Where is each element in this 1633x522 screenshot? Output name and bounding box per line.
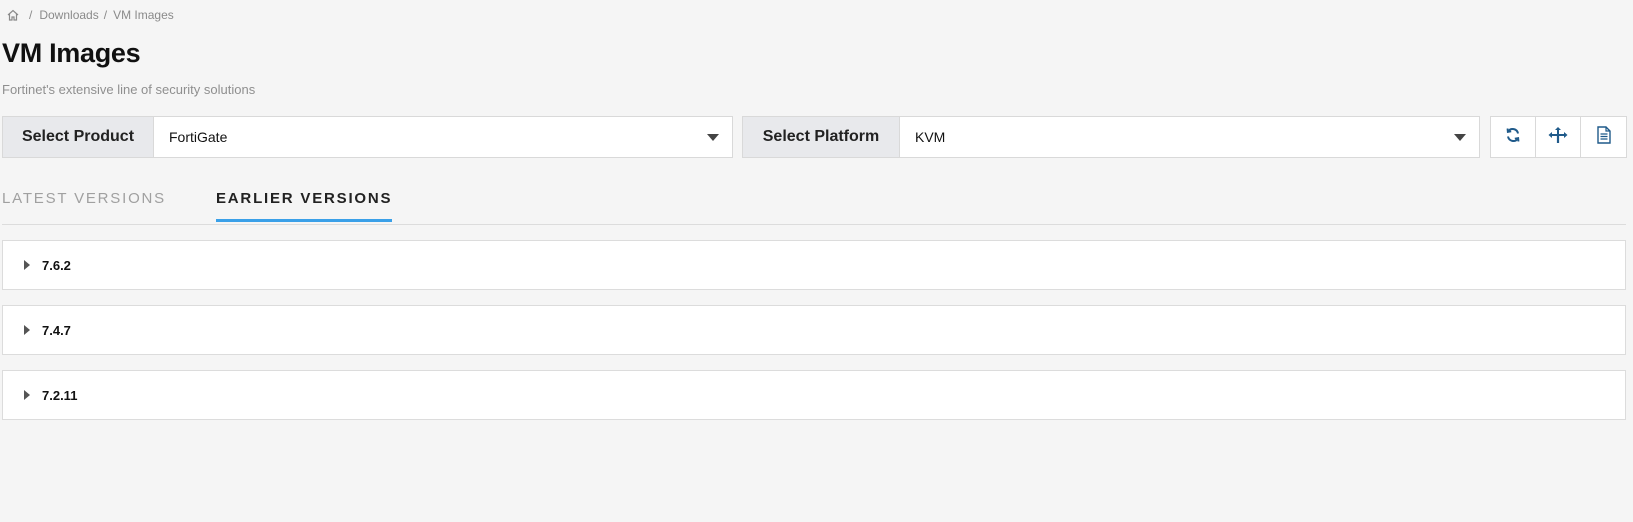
platform-dropdown-value: KVM [915, 129, 946, 145]
split-arrows-icon [1547, 126, 1569, 149]
version-row[interactable]: 7.2.11 [2, 370, 1626, 420]
expand-arrow-icon [24, 390, 30, 400]
version-row[interactable]: 7.6.2 [2, 240, 1626, 290]
refresh-icon [1504, 126, 1522, 149]
breadcrumb-separator: / [103, 8, 108, 22]
product-dropdown[interactable]: FortiGate [154, 117, 732, 157]
home-icon[interactable] [6, 8, 20, 22]
breadcrumb-downloads-link[interactable]: Downloads [39, 8, 98, 22]
version-row[interactable]: 7.4.7 [2, 305, 1626, 355]
document-button[interactable] [1581, 117, 1626, 157]
version-label: 7.4.7 [42, 322, 71, 338]
breadcrumb: / Downloads / VM Images [6, 8, 174, 22]
toolbar [1490, 116, 1627, 158]
platform-selector-label: Select Platform [743, 117, 900, 157]
caret-down-icon [707, 133, 719, 141]
document-icon [1596, 125, 1612, 149]
tab-latest-versions[interactable]: LATEST VERSIONS [2, 190, 166, 219]
breadcrumb-current: VM Images [113, 8, 174, 22]
product-selector-label: Select Product [3, 117, 154, 157]
page-title: VM Images [2, 38, 141, 68]
caret-down-icon [1454, 133, 1466, 141]
expand-arrow-icon [24, 260, 30, 270]
page-subtitle: Fortinet's extensive line of security so… [2, 82, 256, 97]
version-label: 7.2.11 [42, 387, 78, 403]
product-dropdown-value: FortiGate [169, 129, 228, 145]
split-button[interactable] [1536, 117, 1581, 157]
breadcrumb-separator: / [29, 8, 33, 22]
product-selector: Select Product FortiGate [2, 116, 733, 158]
expand-arrow-icon [24, 325, 30, 335]
platform-dropdown[interactable]: KVM [900, 117, 1479, 157]
refresh-button[interactable] [1491, 117, 1536, 157]
platform-selector: Select Platform KVM [742, 116, 1480, 158]
version-label: 7.6.2 [42, 257, 71, 273]
tab-earlier-versions[interactable]: EARLIER VERSIONS [216, 190, 393, 222]
version-tabs: LATEST VERSIONS EARLIER VERSIONS [2, 180, 1626, 225]
